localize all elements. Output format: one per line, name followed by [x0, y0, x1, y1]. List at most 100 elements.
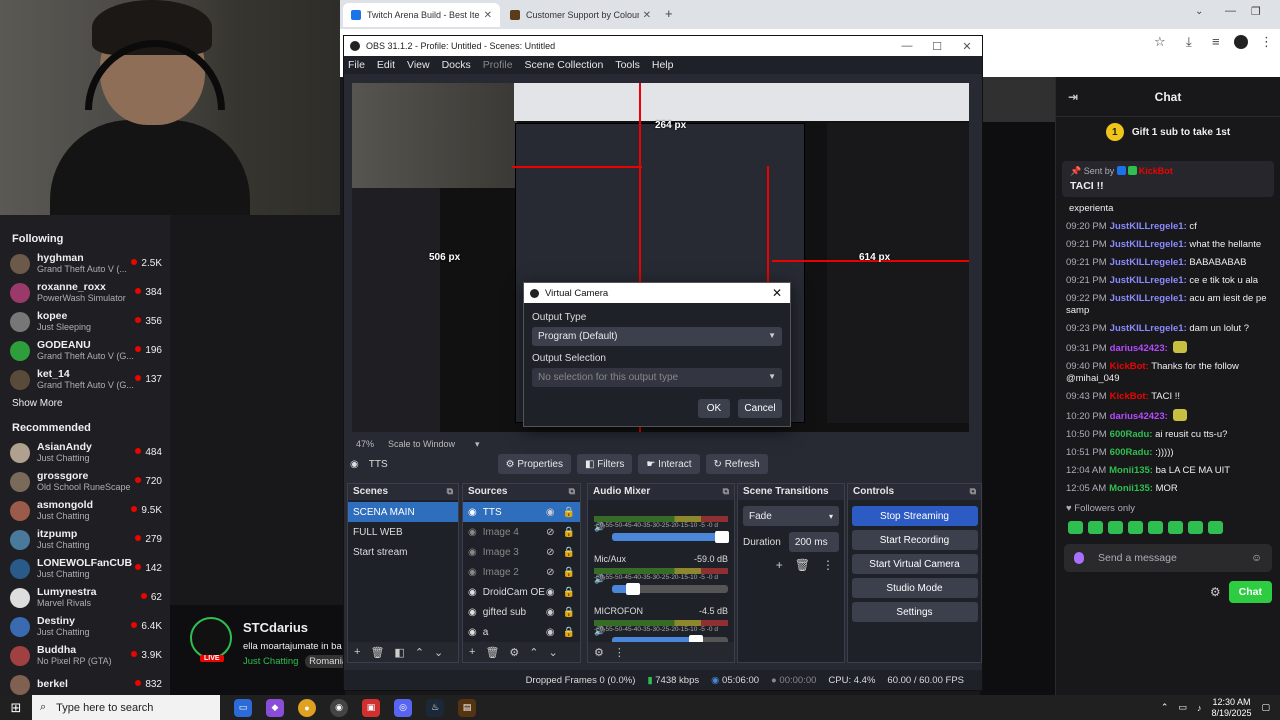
- message-user[interactable]: 600Radu:: [1110, 447, 1153, 458]
- message-user[interactable]: Monii135:: [1109, 483, 1153, 494]
- browser-tab-1[interactable]: Twitch Arena Build - Best Items ✕: [343, 3, 500, 27]
- close-icon[interactable]: ✕: [484, 10, 492, 21]
- source-item[interactable]: ◉ DroidCam OE ◉ 🔒: [463, 582, 580, 602]
- show-more-link[interactable]: Show More: [0, 394, 170, 418]
- filters-button[interactable]: ◧ Filters: [576, 454, 633, 474]
- copilot-icon[interactable]: ◆: [266, 698, 284, 717]
- speaker-icon[interactable]: 🔊: [594, 522, 605, 533]
- streamer-name[interactable]: STCdarius: [243, 620, 308, 635]
- move-up-icon[interactable]: ⌃: [415, 646, 424, 659]
- menu-edit[interactable]: Edit: [377, 59, 395, 71]
- channel-item[interactable]: itzpump Just Chatting 279: [0, 525, 170, 554]
- windows-start-icon[interactable]: ⊞: [0, 700, 32, 716]
- lock-icon[interactable]: 🔒: [563, 567, 575, 578]
- download-icon[interactable]: ⤓: [1186, 34, 1192, 50]
- speaker-icon[interactable]: 🔊: [594, 574, 605, 585]
- menu-view[interactable]: View: [407, 59, 430, 71]
- menu-dots-icon[interactable]: ⋮: [822, 558, 834, 572]
- undock-icon[interactable]: ⧉: [723, 486, 729, 497]
- channel-item[interactable]: ket_14 Grand Theft Auto V (G... 137: [0, 365, 170, 394]
- lock-icon[interactable]: 🔒: [563, 527, 575, 538]
- scene-item[interactable]: FULL WEB: [348, 522, 458, 542]
- volume-icon[interactable]: ♪: [1197, 703, 1202, 713]
- clock[interactable]: 12:30 AM 8/19/2025: [1211, 697, 1251, 719]
- chrome-icon[interactable]: ●: [298, 698, 316, 717]
- menu-file[interactable]: File: [348, 59, 365, 71]
- gear-icon[interactable]: ⚙: [509, 646, 519, 659]
- lock-icon[interactable]: 🔒: [563, 587, 575, 598]
- source-item[interactable]: ◉ Image 3 ⊘ 🔒: [463, 542, 580, 562]
- channel-item[interactable]: kopee Just Sleeping 356: [0, 307, 170, 336]
- source-item[interactable]: ◉ gifted sub ◉ 🔒: [463, 602, 580, 622]
- start-recording-button[interactable]: Start Recording: [851, 530, 978, 550]
- add-icon[interactable]: +: [469, 646, 475, 658]
- chat-send-button[interactable]: Chat: [1228, 581, 1272, 603]
- move-down-icon[interactable]: ⌄: [434, 646, 443, 659]
- output-selection-select[interactable]: No selection for this output type ▼: [532, 368, 782, 387]
- stop-streaming-button[interactable]: Stop Streaming: [851, 506, 978, 526]
- channel-item[interactable]: LONEWOLFanCUB Just Chatting 142: [0, 554, 170, 583]
- visibility-eye-icon[interactable]: ◉: [546, 627, 555, 638]
- undock-icon[interactable]: ⧉: [447, 486, 453, 497]
- emoji-icon[interactable]: ☺: [1251, 552, 1262, 564]
- message-user[interactable]: 600Radu:: [1110, 429, 1153, 440]
- message-user[interactable]: KickBot:: [1110, 361, 1149, 372]
- delete-icon[interactable]: 🗑: [370, 646, 384, 659]
- message-user[interactable]: JustKILLregele1:: [1110, 323, 1187, 334]
- maximize-icon[interactable]: ☐: [922, 40, 952, 53]
- start-virtual-camera-button[interactable]: Start Virtual Camera: [851, 554, 978, 574]
- channel-item[interactable]: GODEANU Grand Theft Auto V (G... 196: [0, 336, 170, 365]
- close-icon[interactable]: ✕: [643, 10, 651, 21]
- scale-select[interactable]: Scale to Window: [388, 439, 455, 449]
- task-view-icon[interactable]: ▭: [234, 698, 252, 717]
- visibility-eye-icon[interactable]: ◉: [546, 607, 555, 618]
- app-red-icon[interactable]: ▣: [362, 698, 380, 717]
- collapse-icon[interactable]: ⇥: [1068, 90, 1078, 104]
- output-type-select[interactable]: Program (Default) ▼: [532, 327, 782, 346]
- lock-icon[interactable]: 🔒: [563, 507, 575, 518]
- network-icon[interactable]: ▭: [1178, 702, 1187, 713]
- menu-scene-collection[interactable]: Scene Collection: [525, 59, 604, 71]
- move-up-icon[interactable]: ⌃: [529, 646, 538, 659]
- channel-item[interactable]: Destiny Just Chatting 6.4K: [0, 612, 170, 641]
- menu-icon[interactable]: ⋮: [1260, 34, 1273, 50]
- steam-icon[interactable]: ♨: [426, 698, 444, 717]
- add-icon[interactable]: +: [776, 558, 783, 572]
- studio-mode-button[interactable]: Studio Mode: [851, 578, 978, 598]
- menu-profile[interactable]: Profile: [483, 59, 513, 71]
- source-item[interactable]: ◉ Image 2 ⊘ 🔒: [463, 562, 580, 582]
- taskbar-search[interactable]: ⌕ Type here to search: [32, 695, 220, 720]
- message-user[interactable]: JustKILLregele1:: [1110, 221, 1187, 232]
- channel-item[interactable]: grossgore Old School RuneScape 720: [0, 467, 170, 496]
- visibility-eye-icon[interactable]: ◉: [546, 587, 555, 598]
- channel-item[interactable]: AsianAndy Just Chatting 484: [0, 438, 170, 467]
- source-item[interactable]: ◉ a ◉ 🔒: [463, 622, 580, 642]
- visibility-eye-icon[interactable]: ⊘: [546, 527, 554, 538]
- delete-icon[interactable]: 🗑: [795, 558, 810, 572]
- visibility-eye-icon[interactable]: ⊘: [546, 567, 554, 578]
- channel-item[interactable]: Buddha No Pixel RP (GTA) 3.9K: [0, 641, 170, 670]
- menu-docks[interactable]: Docks: [442, 59, 471, 71]
- obs-icon[interactable]: ◉: [330, 698, 348, 717]
- message-user[interactable]: darius42423:: [1110, 411, 1168, 422]
- lock-icon[interactable]: 🔒: [563, 607, 575, 618]
- channel-item[interactable]: roxanne_roxx PowerWash Simulator 384: [0, 278, 170, 307]
- browser-tab-2[interactable]: Customer Support by Colourpop ✕: [502, 3, 659, 27]
- notification-icon[interactable]: ▢: [1261, 702, 1270, 713]
- properties-button[interactable]: ⚙ Properties: [497, 454, 571, 474]
- minimize-icon[interactable]: —: [892, 40, 922, 53]
- chat-input[interactable]: Send a message ☺: [1064, 544, 1272, 572]
- mic-icon[interactable]: [1074, 552, 1084, 564]
- menu-help[interactable]: Help: [652, 59, 674, 71]
- maximize-icon[interactable]: ❐: [1251, 5, 1261, 18]
- message-user[interactable]: JustKILLregele1:: [1110, 239, 1187, 250]
- settings-button[interactable]: Settings: [851, 602, 978, 622]
- source-item[interactable]: ◉ Image 4 ⊘ 🔒: [463, 522, 580, 542]
- advanced-audio-icon[interactable]: ⚙: [594, 646, 604, 659]
- filter-icon[interactable]: ◧: [394, 646, 404, 659]
- transition-select[interactable]: Fade ▾: [743, 506, 839, 526]
- profile-avatar[interactable]: [1234, 35, 1248, 49]
- ok-button[interactable]: OK: [698, 399, 730, 418]
- message-user[interactable]: JustKILLregele1:: [1110, 293, 1187, 304]
- move-down-icon[interactable]: ⌄: [549, 646, 558, 659]
